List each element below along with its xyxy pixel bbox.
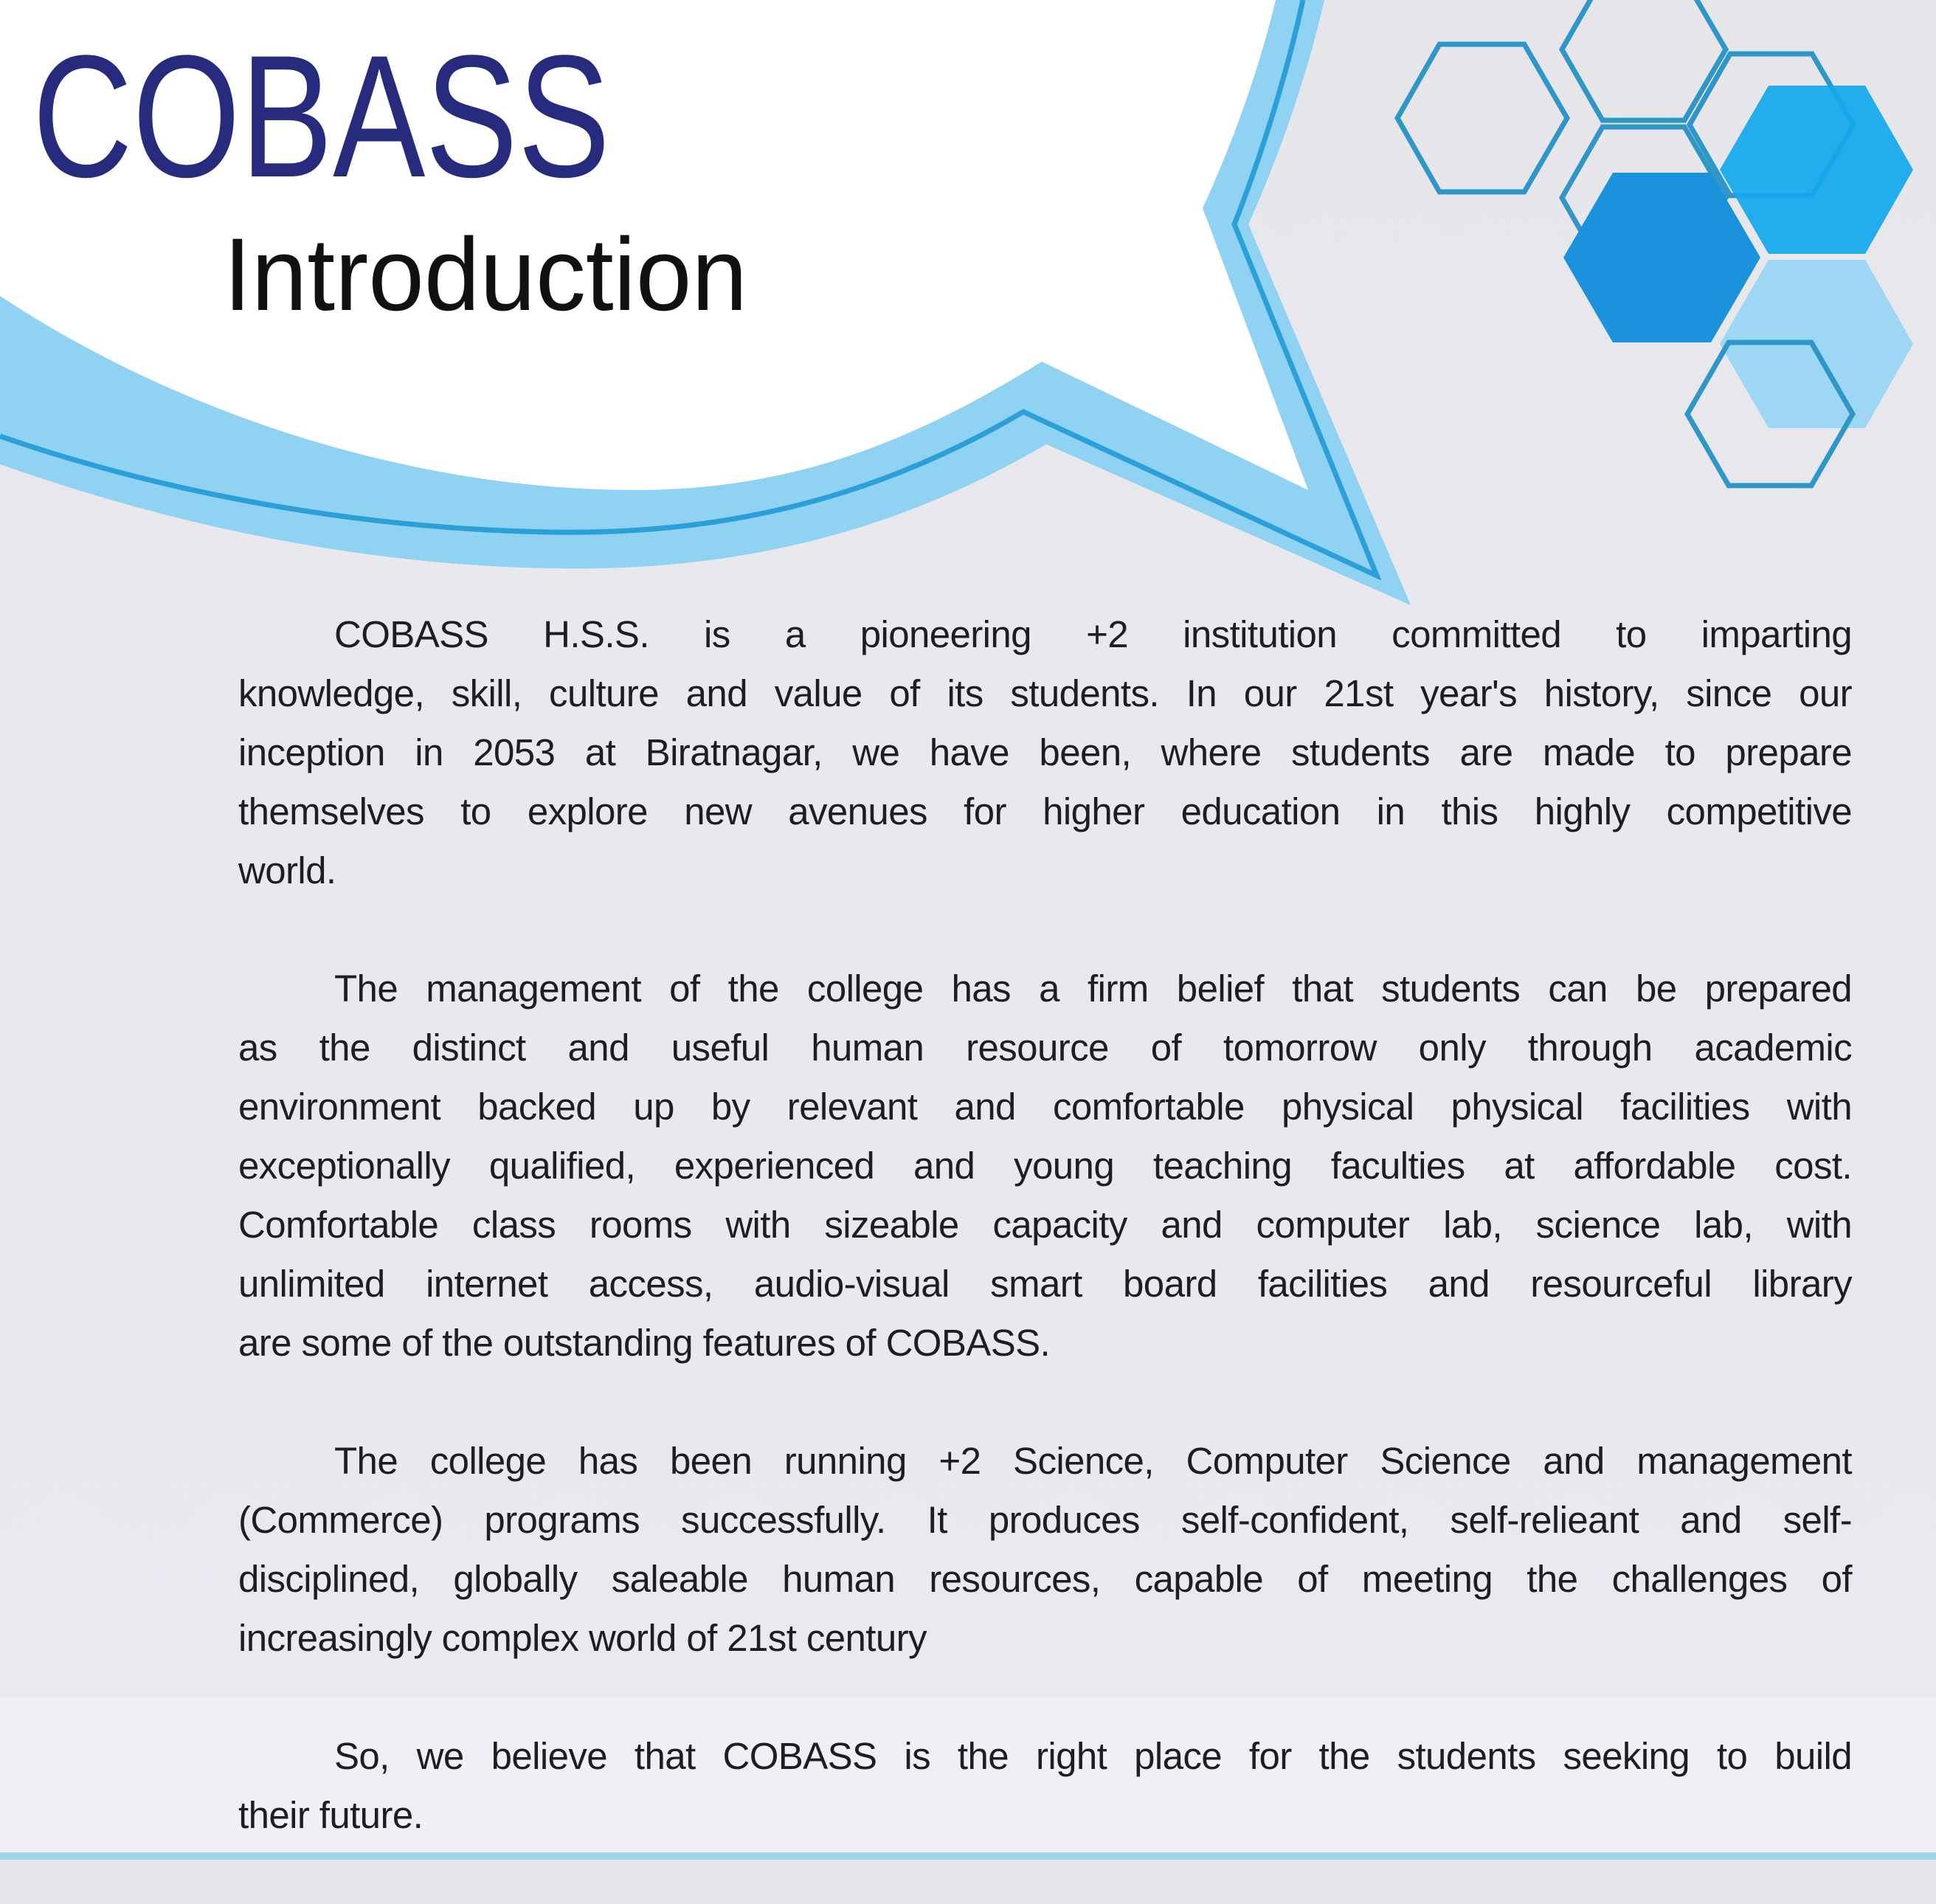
text-line: inception in 2053 at Biratnagar, we have… — [238, 731, 1853, 773]
text-line: exceptionally qualified, experienced and… — [238, 1145, 1853, 1187]
text-line: as the distinct and useful human resourc… — [238, 1027, 1853, 1069]
page-title: COBASS — [32, 19, 610, 214]
text-line: (Commerce) programs successfully. It pro… — [238, 1499, 1853, 1541]
hexagon-filled-mid-icon — [1720, 86, 1913, 254]
page-subtitle: Introduction — [224, 216, 747, 332]
text-line: disciplined, globally saleable human res… — [238, 1558, 1853, 1600]
text-line: unlimited internet access, audio-visual … — [238, 1263, 1853, 1305]
text-line: environment backed up by relevant and co… — [238, 1086, 1853, 1128]
text-line: COBASS H.S.S. is a pioneering +2 institu… — [334, 613, 1853, 655]
text-line: increasingly complex world of 21st centu… — [238, 1617, 927, 1659]
text-line: Comfortable class rooms with sizeable ca… — [238, 1204, 1853, 1246]
paragraph-4: So, we believe that COBASS is the right … — [238, 1727, 1853, 1845]
hexagon-decoration — [1394, 0, 1913, 489]
text-line: knowledge, skill, culture and value of i… — [238, 672, 1853, 714]
introduction-body: COBASS H.S.S. is a pioneering +2 institu… — [238, 605, 1853, 1904]
text-line: their future. — [238, 1794, 424, 1836]
text-line: The management of the college has a firm… — [334, 967, 1853, 1010]
paragraph-1: COBASS H.S.S. is a pioneering +2 institu… — [238, 605, 1853, 900]
text-line: world. — [238, 849, 336, 891]
text-line: are some of the outstanding features of … — [238, 1322, 1051, 1364]
text-line: The college has been running +2 Science,… — [334, 1440, 1853, 1482]
paragraph-2: The management of the college has a firm… — [238, 959, 1853, 1373]
hexagon-outline-icon — [1394, 41, 1571, 195]
paragraph-3: The college has been running +2 Science,… — [238, 1432, 1853, 1668]
text-line: themselves to explore new avenues for hi… — [238, 790, 1853, 832]
text-line: So, we believe that COBASS is the right … — [334, 1735, 1853, 1777]
